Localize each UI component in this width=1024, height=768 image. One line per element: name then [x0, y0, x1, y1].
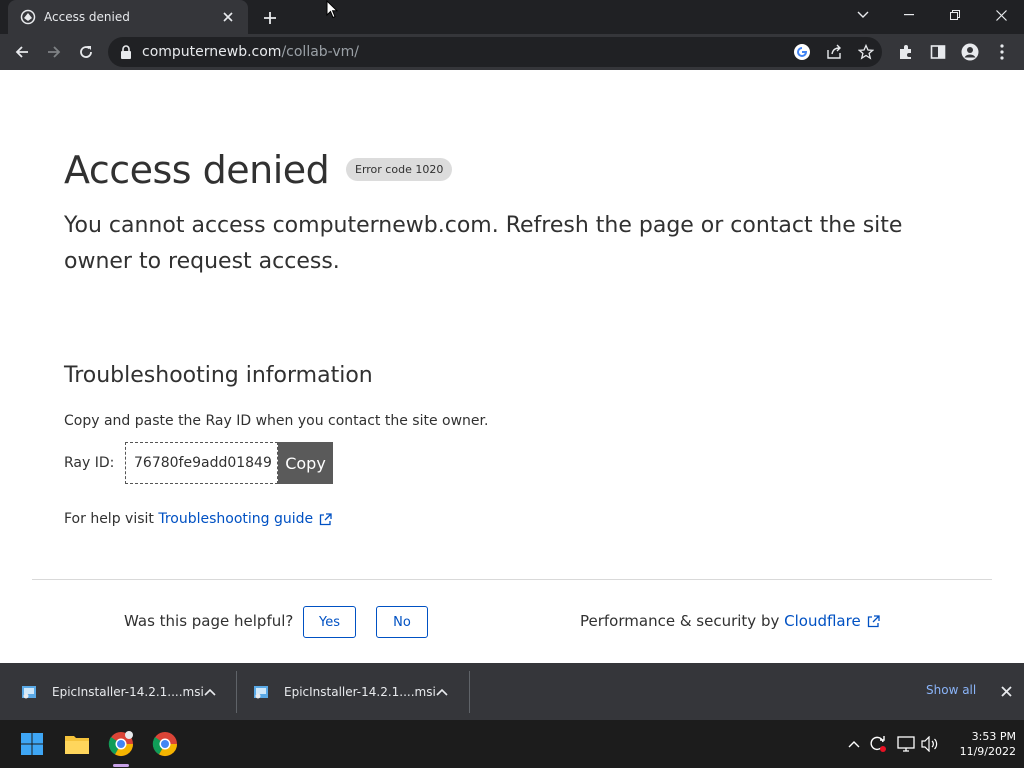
google-translate-icon[interactable]: [792, 42, 812, 62]
chrome-icon[interactable]: [149, 728, 181, 760]
download-separator: [469, 671, 470, 713]
troubleshooting-heading: Troubleshooting information: [64, 363, 373, 388]
address-bar[interactable]: computernewb.com/collab-vm/: [108, 37, 882, 67]
download-shelf: EpicInstaller-14.2.1....msi EpicInstalle…: [0, 663, 1024, 720]
forward-button[interactable]: [40, 38, 68, 66]
installer-file-icon: [252, 683, 270, 701]
tab-close-icon[interactable]: [218, 7, 238, 27]
file-explorer-icon[interactable]: [61, 728, 93, 760]
perf-prefix: Performance & security by: [580, 612, 780, 630]
profile-icon[interactable]: [956, 38, 984, 66]
menu-kebab-icon[interactable]: [988, 38, 1016, 66]
close-download-shelf-icon[interactable]: [996, 681, 1016, 701]
system-clock[interactable]: 3:53 PM 11/9/2022: [946, 729, 1016, 759]
ray-id-label: Ray ID:: [64, 455, 115, 471]
error-description: You cannot access computernewb.com. Refr…: [64, 213, 903, 274]
tab-access-denied[interactable]: Access denied: [8, 0, 248, 34]
chrome-profile-icon[interactable]: [105, 728, 137, 760]
feedback-yes-button[interactable]: Yes: [303, 606, 356, 638]
reload-button[interactable]: [72, 38, 100, 66]
side-panel-icon[interactable]: [924, 38, 952, 66]
chevron-up-icon[interactable]: [432, 688, 452, 696]
footer-divider: [32, 579, 992, 580]
clock-time: 3:53 PM: [971, 730, 1016, 743]
browser-toolbar: computernewb.com/collab-vm/: [0, 34, 1024, 70]
tab-search-button[interactable]: [840, 0, 886, 30]
cloudflare-link[interactable]: Cloudflare: [784, 612, 861, 630]
download-item[interactable]: EpicInstaller-14.2.1....msi: [20, 673, 220, 711]
ray-id-value[interactable]: 76780fe9add01849: [125, 442, 278, 484]
minimize-button[interactable]: [886, 0, 932, 30]
mouse-cursor-icon: [326, 0, 339, 23]
site-favicon-icon: [20, 9, 36, 25]
back-button[interactable]: [8, 38, 36, 66]
restore-button[interactable]: [932, 0, 978, 30]
url-host: computernewb.com: [142, 44, 282, 60]
show-all-downloads-link[interactable]: Show all: [926, 683, 976, 697]
troubleshooting-guide-link[interactable]: Troubleshooting guide: [158, 511, 313, 527]
page-content: Access denied Error code 1020 You cannot…: [0, 70, 1024, 663]
url-path: /collab-vm/: [281, 44, 359, 60]
help-line: For help visit Troubleshooting guide: [64, 511, 332, 527]
tab-title: Access denied: [44, 10, 130, 24]
windows-taskbar: 3:53 PM 11/9/2022: [0, 720, 1024, 768]
lock-icon[interactable]: [120, 45, 134, 59]
share-icon[interactable]: [824, 42, 844, 62]
download-filename: EpicInstaller-14.2.1....msi: [52, 685, 204, 699]
bookmark-star-icon[interactable]: [856, 42, 876, 62]
new-tab-button[interactable]: [258, 6, 282, 30]
network-icon[interactable]: [896, 734, 916, 754]
close-window-button[interactable]: [978, 0, 1024, 30]
clock-date: 11/9/2022: [959, 745, 1016, 758]
start-windows-icon[interactable]: [16, 728, 48, 760]
volume-icon[interactable]: [920, 734, 940, 754]
error-code-badge: Error code 1020: [346, 158, 453, 181]
active-app-indicator: [113, 764, 129, 767]
feedback-no-button[interactable]: No: [376, 606, 428, 638]
installer-file-icon: [20, 683, 38, 701]
download-item[interactable]: EpicInstaller-14.2.1....msi: [252, 673, 452, 711]
external-link-icon: [867, 614, 880, 628]
help-prefix: For help visit: [64, 511, 154, 527]
chevron-up-icon[interactable]: [200, 688, 220, 696]
extensions-icon[interactable]: [892, 38, 920, 66]
performance-security-line: Performance & security by Cloudflare: [580, 612, 880, 630]
sync-error-icon[interactable]: [868, 734, 888, 754]
browser-tabstrip: Access denied: [0, 0, 1024, 34]
show-hidden-icons-chevron-icon[interactable]: [844, 734, 864, 754]
download-filename: EpicInstaller-14.2.1....msi: [284, 685, 436, 699]
download-separator: [236, 671, 237, 713]
external-link-icon: [319, 512, 332, 526]
copy-instructions: Copy and paste the Ray ID when you conta…: [64, 413, 489, 429]
helpful-question: Was this page helpful?: [124, 612, 294, 630]
page-title: Access denied: [64, 148, 330, 192]
copy-button[interactable]: Copy: [278, 442, 333, 484]
